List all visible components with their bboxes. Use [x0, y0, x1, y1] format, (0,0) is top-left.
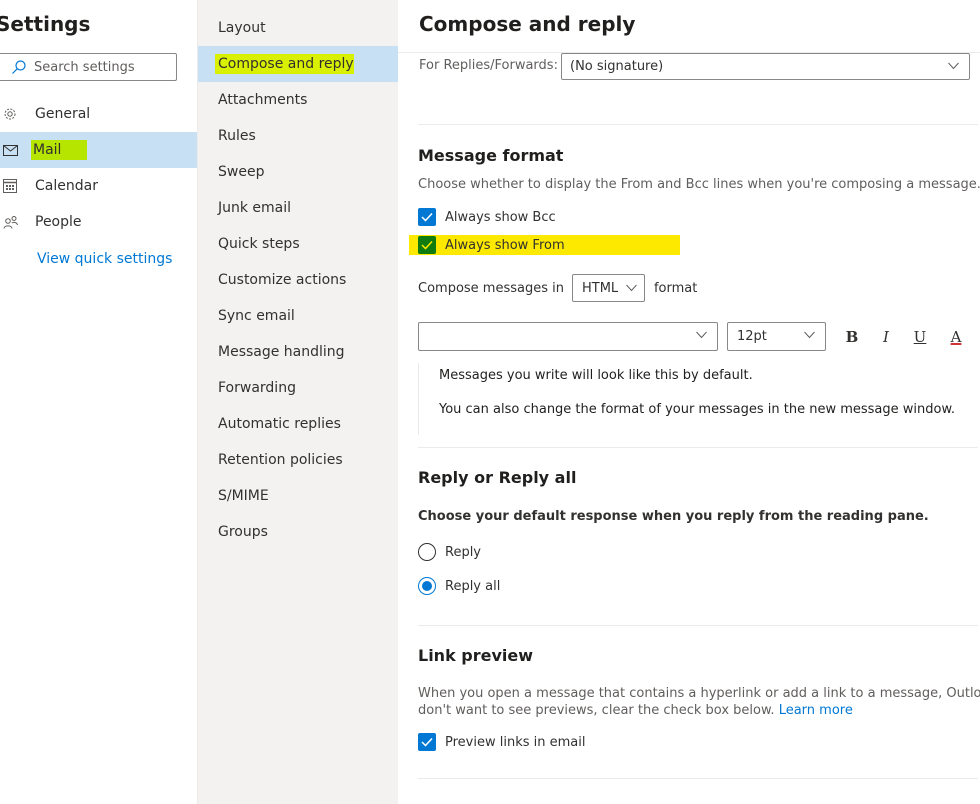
checkmark-icon — [418, 733, 436, 751]
radio-selected — [418, 577, 436, 595]
checkbox-label: Always show From — [445, 237, 565, 253]
learn-more-link[interactable]: Learn more — [779, 703, 853, 718]
mail-icon — [2, 142, 18, 158]
nav-item-compose-and-reply[interactable]: Compose and reply — [198, 46, 398, 82]
radio-unselected — [418, 543, 436, 561]
signature-label: For Replies/Forwards: — [419, 58, 558, 73]
nav-item-smime[interactable]: S/MIME — [198, 478, 398, 514]
search-input[interactable] — [34, 59, 164, 75]
nav-item-label: Compose and reply — [215, 54, 354, 74]
reply-section-title: Reply or Reply all — [418, 468, 577, 487]
nav-item-retention-policies[interactable]: Retention policies — [198, 442, 398, 478]
sidebar-item-people[interactable]: People — [0, 204, 197, 240]
chevron-down-icon — [804, 331, 815, 339]
preview-text-line2: You can also change the format of your m… — [439, 402, 956, 417]
chevron-down-icon — [696, 331, 707, 339]
section-divider — [418, 625, 978, 626]
font-color-button[interactable]: A — [945, 326, 967, 348]
compose-and-reply-pane: Compose and reply For Replies/Forwards: … — [398, 0, 980, 804]
section-divider — [418, 778, 978, 779]
compose-format-prefix: Compose messages in — [418, 280, 564, 296]
nav-item-forwarding[interactable]: Forwarding — [198, 370, 398, 406]
sidebar-item-label: General — [35, 106, 91, 122]
compose-format-value: HTML — [581, 280, 619, 296]
chevron-down-icon — [626, 284, 637, 292]
search-box[interactable] — [0, 53, 177, 81]
nav-item-sweep[interactable]: Sweep — [198, 154, 398, 190]
link-preview-description-line2: don't want to see previews, clear the ch… — [418, 703, 853, 718]
font-family-dropdown[interactable] — [418, 322, 718, 351]
sidebar-item-general[interactable]: General — [0, 96, 197, 132]
section-divider — [418, 124, 978, 125]
nav-item-customize-actions[interactable]: Customize actions — [198, 262, 398, 298]
gear-icon — [2, 106, 18, 122]
sidebar-item-calendar[interactable]: Calendar — [0, 168, 197, 204]
italic-button[interactable]: I — [875, 326, 897, 348]
mail-settings-nav: Layout Compose and reply Attachments Rul… — [198, 0, 398, 804]
signature-value: (No signature) — [570, 59, 664, 74]
message-format-description: Choose whether to display the From and B… — [418, 177, 980, 192]
compose-format-dropdown[interactable]: HTML — [571, 274, 645, 302]
nav-item-quick-steps[interactable]: Quick steps — [198, 226, 398, 262]
sidebar-item-mail[interactable]: Mail — [0, 132, 197, 168]
sidebar-item-label: People — [35, 214, 82, 230]
nav-item-sync-email[interactable]: Sync email — [198, 298, 398, 334]
radio-label: Reply — [445, 544, 482, 560]
font-size-value: 12pt — [737, 329, 767, 344]
search-icon — [12, 60, 26, 74]
checkmark-icon — [418, 208, 436, 226]
preview-links-checkbox[interactable]: Preview links in email — [418, 732, 585, 752]
always-show-bcc-checkbox[interactable]: Always show Bcc — [418, 207, 556, 227]
nav-item-message-handling[interactable]: Message handling — [198, 334, 398, 370]
nav-item-layout[interactable]: Layout — [198, 10, 398, 46]
calendar-icon — [2, 178, 18, 194]
signature-dropdown[interactable]: (No signature) — [561, 53, 970, 80]
people-icon — [2, 214, 18, 230]
preview-text-line1: Messages you write will look like this b… — [439, 368, 753, 383]
underline-button[interactable]: U — [909, 326, 931, 348]
chevron-down-icon — [948, 62, 959, 70]
message-format-title: Message format — [418, 146, 564, 165]
description-text: don't want to see previews, clear the ch… — [418, 703, 775, 718]
compose-format-suffix: format — [653, 280, 698, 296]
font-size-dropdown[interactable]: 12pt — [727, 322, 826, 351]
sidebar-item-label: Mail — [31, 140, 88, 160]
view-quick-settings-link[interactable]: View quick settings — [37, 251, 172, 267]
bold-button[interactable]: B — [841, 326, 863, 348]
reply-all-radio[interactable]: Reply all — [418, 576, 500, 596]
checkbox-label: Always show Bcc — [445, 209, 556, 225]
radio-label: Reply all — [445, 578, 501, 594]
nav-item-groups[interactable]: Groups — [198, 514, 398, 550]
always-show-from-checkbox[interactable]: Always show From — [418, 235, 565, 255]
sidebar-item-label: Calendar — [35, 178, 98, 194]
checkbox-label: Preview links in email — [445, 734, 586, 750]
reply-section-description: Choose your default response when you re… — [418, 509, 929, 524]
settings-panel: Settings General Mail Calendar People Vi… — [0, 0, 198, 804]
section-divider — [418, 447, 978, 448]
link-preview-title: Link preview — [418, 646, 534, 665]
format-preview: Messages you write will look like this b… — [418, 363, 980, 435]
compose-format-row: Compose messages in HTML format — [418, 273, 697, 303]
nav-item-rules[interactable]: Rules — [198, 118, 398, 154]
link-preview-description-line1: When you open a message that contains a … — [418, 686, 980, 701]
nav-item-attachments[interactable]: Attachments — [198, 82, 398, 118]
nav-item-junk-email[interactable]: Junk email — [198, 190, 398, 226]
checkmark-icon — [418, 236, 436, 254]
reply-radio[interactable]: Reply — [418, 542, 481, 562]
nav-item-automatic-replies[interactable]: Automatic replies — [198, 406, 398, 442]
page-title: Compose and reply — [419, 12, 636, 36]
settings-title: Settings — [0, 12, 91, 36]
